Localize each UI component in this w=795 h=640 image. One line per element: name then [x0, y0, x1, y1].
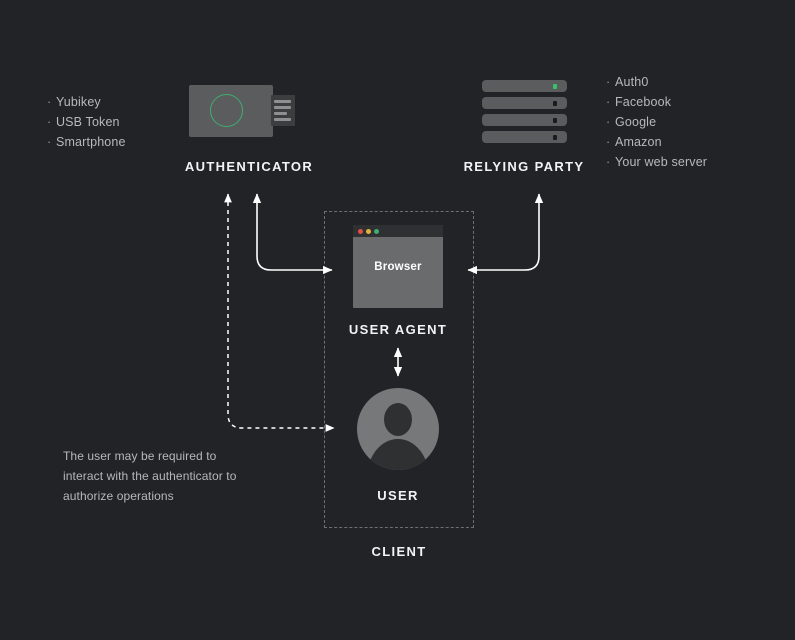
list-item: · USB Token — [47, 112, 126, 132]
server-rack-icon — [482, 80, 567, 143]
list-item-label: Amazon — [615, 135, 662, 149]
list-item-label: Your web server — [615, 155, 708, 169]
client-label: CLIENT — [371, 544, 427, 559]
usb-security-key-icon — [189, 85, 299, 137]
authenticator-interaction-note: The user may be required to interact wit… — [63, 449, 237, 503]
server-unit — [482, 114, 567, 126]
authenticator-label: AUTHENTICATOR — [184, 159, 314, 174]
authenticator-examples-list: · Yubikey · USB Token · Smartphone — [47, 92, 126, 152]
browser-titlebar — [353, 225, 443, 237]
avatar-head — [384, 403, 412, 436]
relying-party-label: RELYING PARTY — [463, 159, 585, 174]
list-item: · Yubikey — [47, 92, 126, 112]
avatar-shoulders — [367, 439, 429, 470]
list-item-label: Auth0 — [615, 75, 649, 89]
avatar-circle — [357, 388, 439, 470]
usb-contact — [274, 118, 291, 121]
user-agent-to-relying-party-connector — [467, 193, 544, 275]
bullet-dot-icon: · — [606, 135, 611, 149]
authenticator-to-user-agent-connector — [252, 193, 333, 275]
list-item-label: Yubikey — [56, 95, 101, 109]
bullet-dot-icon: · — [606, 115, 611, 129]
list-item-label: Google — [615, 115, 657, 129]
list-item: · Smartphone — [47, 132, 126, 152]
usb-connector-icon — [271, 95, 295, 126]
user-label: USER — [377, 488, 419, 503]
server-led-icon — [552, 84, 557, 89]
usb-contact — [274, 100, 291, 103]
authenticator-touch-ring-icon — [210, 94, 243, 127]
list-item: · Google — [606, 112, 707, 132]
usb-contact — [274, 112, 287, 115]
user-agent-label: USER AGENT — [348, 322, 448, 337]
relying-party-examples-list: · Auth0 · Facebook · Google · Amazon · Your w… — [606, 72, 707, 172]
server-led-icon — [552, 118, 557, 123]
server-unit — [482, 131, 567, 143]
list-item-label: Facebook — [615, 95, 672, 109]
bullet-dot-icon: · — [606, 95, 611, 109]
server-unit — [482, 80, 567, 92]
authenticator-to-user-connector — [224, 193, 335, 432]
traffic-light-close-icon — [358, 228, 363, 234]
usb-contact — [274, 106, 291, 109]
list-item-label: Smartphone — [56, 135, 126, 149]
bullet-dot-icon: · — [47, 115, 52, 129]
list-item: · Amazon — [606, 132, 707, 152]
traffic-light-minimize-icon — [366, 228, 371, 234]
server-led-icon — [552, 135, 557, 140]
browser-window-title: Browser — [374, 261, 422, 273]
browser-window-icon: Browser — [353, 225, 443, 308]
list-item: · Facebook — [606, 92, 707, 112]
server-led-icon — [552, 101, 557, 106]
bullet-dot-icon: · — [47, 95, 52, 109]
bullet-dot-icon: · — [47, 135, 52, 149]
authenticator-body — [189, 85, 273, 137]
list-item-label: USB Token — [56, 115, 120, 129]
list-item: · Auth0 — [606, 72, 707, 92]
list-item: · Your web server — [606, 152, 707, 172]
webauthn-architecture-diagram: · Yubikey · USB Token · Smartphone · Auth0 ·… — [0, 0, 795, 640]
user-avatar-icon — [357, 388, 439, 470]
server-unit — [482, 97, 567, 109]
bullet-dot-icon: · — [606, 155, 611, 169]
bullet-dot-icon: · — [606, 75, 611, 89]
traffic-light-maximize-icon — [374, 228, 379, 234]
